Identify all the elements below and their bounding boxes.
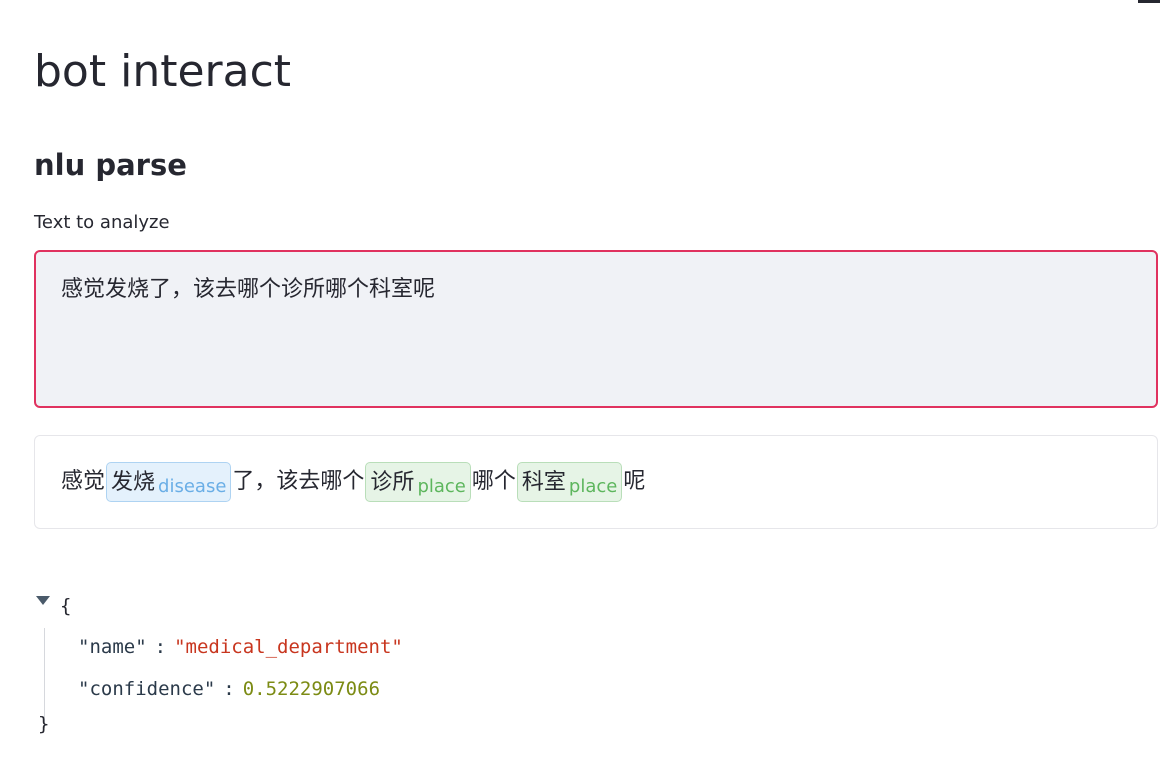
text-to-analyze-input[interactable] <box>34 250 1158 408</box>
entity-label: place <box>417 476 466 497</box>
json-open-brace: { <box>60 595 72 617</box>
entity-text: 诊所 <box>370 470 415 495</box>
ner-text-segment: 哪个 <box>471 469 516 494</box>
entity-disease: 发烧 disease <box>106 462 232 502</box>
collapse-triangle-icon[interactable] <box>36 596 50 605</box>
json-string-value: "medical_department" <box>174 636 403 658</box>
section-subtitle: nlu parse <box>34 148 187 182</box>
ner-text-segment: 呢 <box>623 469 646 494</box>
json-number-value: 0.5222907066 <box>242 678 381 700</box>
ner-text-segment: 了，该去哪个 <box>232 469 365 494</box>
entity-label: place <box>568 476 618 497</box>
menu-bar-edge <box>1138 0 1160 3</box>
json-colon: : <box>223 678 235 700</box>
ner-text-segment: 感觉 <box>61 469 106 494</box>
ner-result-panel: 感觉 发烧 disease 了，该去哪个 诊所 place 哪个 科室 plac… <box>34 435 1158 529</box>
json-key: "name" <box>78 636 147 658</box>
json-row-name: "name": "medical_department" <box>78 633 403 661</box>
entity-label: disease <box>158 476 227 497</box>
entity-text: 发烧 <box>111 470 156 495</box>
json-colon: : <box>154 636 167 658</box>
page-title: bot interact <box>34 46 292 97</box>
entity-place: 科室 place <box>516 462 623 502</box>
json-key: "confidence" <box>78 678 216 700</box>
text-input-label: Text to analyze <box>34 212 170 233</box>
json-close-brace: } <box>38 713 50 735</box>
json-row-confidence: "confidence":0.5222907066 <box>78 675 380 703</box>
entity-text: 科室 <box>521 470 566 495</box>
entity-place: 诊所 place <box>365 462 471 502</box>
